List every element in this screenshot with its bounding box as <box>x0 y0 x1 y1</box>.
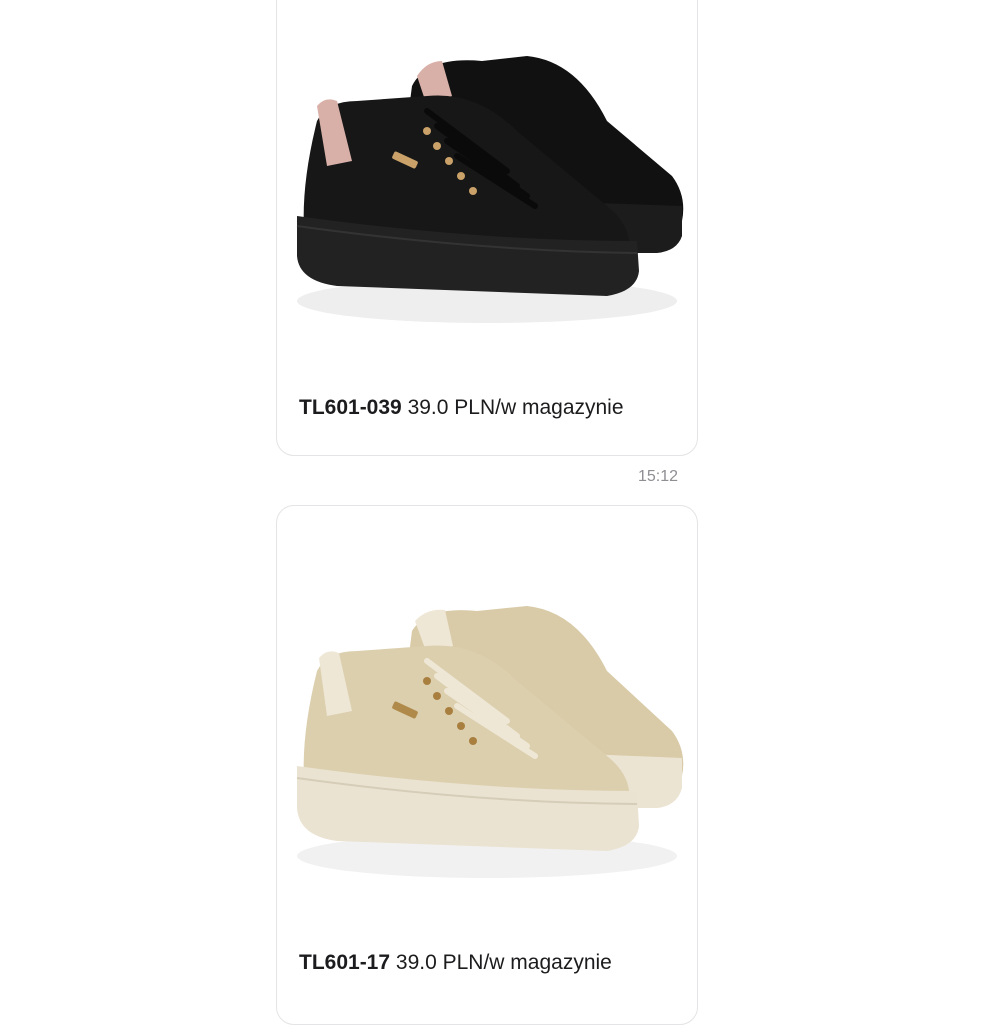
product-caption: TL601-039 39.0 PLN/w magazynie <box>299 393 679 423</box>
product-price-text: 39.0 PLN/w magazynie <box>395 951 612 974</box>
message-bubble[interactable]: TL601-17 39.0 PLN/w magazynie <box>276 505 698 1025</box>
product-caption: TL601-17 39.0 PLN/w magazynie <box>299 948 679 978</box>
product-code: TL601-17 <box>299 951 391 974</box>
product-photo-gold-sneakers[interactable] <box>277 526 697 946</box>
product-price-text: 39.0 PLN/w magazynie <box>407 396 624 419</box>
message-timestamp: 15:12 <box>637 468 678 485</box>
product-photo-black-sneakers[interactable] <box>277 1 697 353</box>
product-code: TL601-039 <box>299 396 402 419</box>
message-bubble[interactable]: TL601-039 39.0 PLN/w magazynie <box>276 0 698 456</box>
